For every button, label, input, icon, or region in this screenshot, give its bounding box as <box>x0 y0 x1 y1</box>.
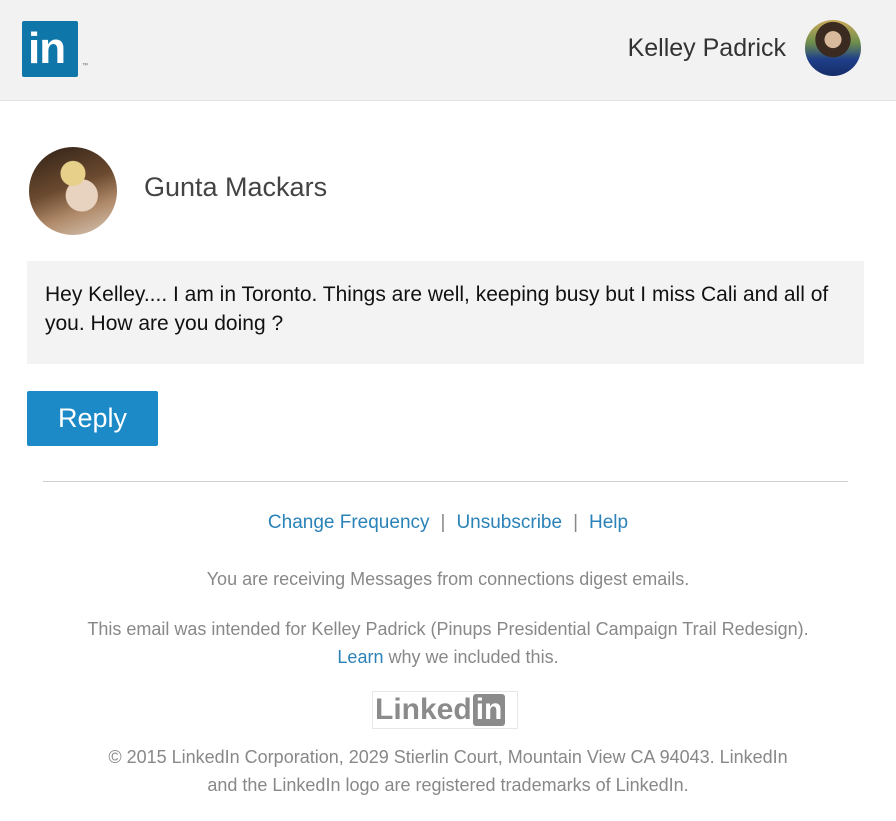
change-frequency-link[interactable]: Change Frequency <box>268 512 430 533</box>
intended-notice-suffix: why we included this. <box>388 647 559 667</box>
help-link[interactable]: Help <box>589 512 628 533</box>
message-body: Hey Kelley.... I am in Toronto. Things a… <box>27 261 864 364</box>
footer-links: Change Frequency | Unsubscribe | Help <box>0 512 896 534</box>
sender-avatar[interactable] <box>29 147 117 235</box>
footer-divider <box>43 481 848 482</box>
email-header: in ™ Kelley Padrick <box>0 0 896 101</box>
wordmark-in-box: in <box>472 694 506 726</box>
reply-button[interactable]: Reply <box>27 391 158 446</box>
recipient-avatar[interactable] <box>805 20 861 76</box>
copyright-line-1: © 2015 LinkedIn Corporation, 2029 Stierl… <box>108 747 788 767</box>
link-separator: | <box>573 512 578 533</box>
wordmark-linked: Linked <box>375 693 472 726</box>
trademark-mark: ™ <box>82 63 88 69</box>
linkedin-wordmark-logo[interactable]: Linked in <box>372 691 518 729</box>
sender-name: Gunta Mackars <box>144 172 328 202</box>
intended-notice-text: This email was intended for Kelley Padri… <box>87 619 809 639</box>
digest-notice: You are receiving Messages from connecti… <box>206 569 690 589</box>
unsubscribe-link[interactable]: Unsubscribe <box>456 512 562 533</box>
intended-notice: This email was intended for Kelley Padri… <box>0 615 896 671</box>
recipient-name: Kelley Padrick <box>627 34 786 62</box>
learn-link[interactable]: Learn <box>337 647 383 667</box>
linkedin-logo-icon[interactable]: in <box>22 21 78 77</box>
copyright-line-2: and the LinkedIn logo are registered tra… <box>207 775 689 795</box>
link-separator: | <box>440 512 446 533</box>
